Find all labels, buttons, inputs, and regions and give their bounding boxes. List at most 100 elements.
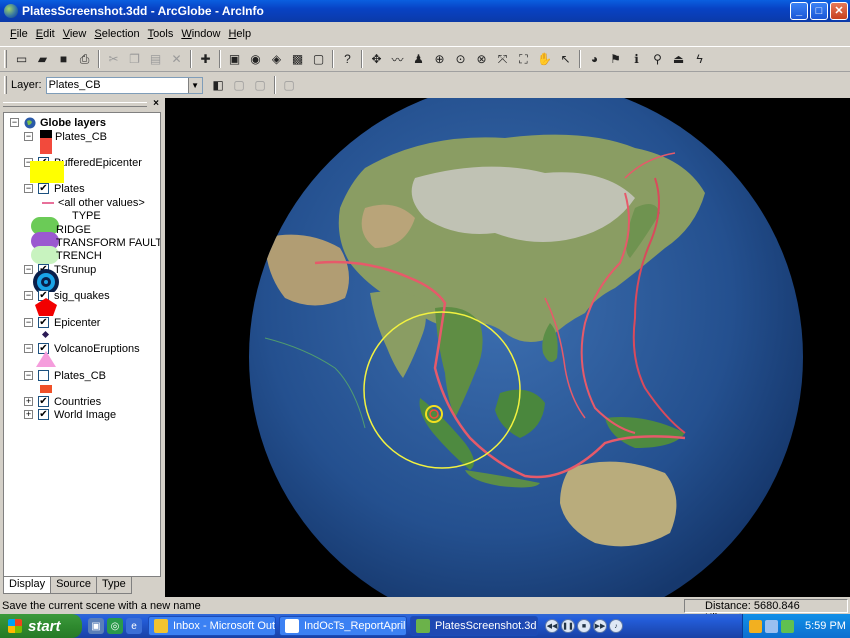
full-extent-icon[interactable]: ⤧ <box>493 50 512 69</box>
whats-this-icon[interactable]: ? <box>338 50 357 69</box>
identify-icon[interactable]: ℹ <box>627 50 646 69</box>
globe-view-icon[interactable]: ◕ <box>585 50 604 69</box>
hyperlink-icon[interactable]: ⚑ <box>606 50 625 69</box>
taskbar-task-button[interactable]: IndOcTs_ReportApril... <box>279 616 407 636</box>
pan-icon[interactable]: ✋ <box>535 50 554 69</box>
menu-window[interactable]: Window <box>177 28 224 40</box>
ie-icon[interactable]: e <box>126 618 142 634</box>
collapse-icon[interactable]: − <box>24 318 33 327</box>
menu-tools[interactable]: Tools <box>144 28 178 40</box>
tab-type[interactable]: Type <box>95 577 132 594</box>
layer-countries[interactable]: + ✔ Countries <box>24 395 101 408</box>
select-features-icon[interactable]: ↖ <box>556 50 575 69</box>
show-desktop-icon[interactable]: ▣ <box>88 618 104 634</box>
layer-plates[interactable]: − ✔ Plates <box>24 182 85 195</box>
expand-icon[interactable]: + <box>24 397 33 406</box>
layer-tool-icon[interactable]: ▢ <box>230 76 249 95</box>
print-icon[interactable]: ⎙ <box>75 50 94 69</box>
collapse-icon[interactable]: − <box>24 371 33 380</box>
save-icon[interactable]: ■ <box>54 50 73 69</box>
lightning-icon[interactable]: ϟ <box>690 50 709 69</box>
previous-icon[interactable]: ◀◀ <box>545 619 559 633</box>
toc-root-label: Globe layers <box>40 116 107 129</box>
pause-icon[interactable]: ❚❚ <box>561 619 575 633</box>
fly-icon[interactable]: 〰 <box>388 50 407 69</box>
layer-world-image[interactable]: + ✔ World Image <box>24 408 116 421</box>
collapse-icon[interactable]: − <box>24 132 33 141</box>
globe-view[interactable] <box>165 98 850 597</box>
taskbar-task-button[interactable]: Inbox - Microsoft Out... <box>148 616 276 636</box>
globe-icon[interactable]: ◉ <box>246 50 265 69</box>
chevron-down-icon[interactable]: ▼ <box>187 77 202 93</box>
maximize-button[interactable]: □ <box>810 2 828 20</box>
globe-render[interactable] <box>165 98 850 597</box>
window-icon[interactable]: ▢ <box>309 50 328 69</box>
zoom-target-icon[interactable]: ⊕ <box>430 50 449 69</box>
taskbar-task-button[interactable]: PlatesScreenshot.3d... <box>410 616 538 636</box>
layer-visibility-checkbox[interactable]: ✔ <box>38 183 49 194</box>
expand-icon[interactable]: + <box>24 410 33 419</box>
collapse-icon[interactable]: − <box>24 291 33 300</box>
toolbar-separator <box>579 50 581 68</box>
tab-display[interactable]: Display <box>3 577 52 594</box>
layer-dropdown-value: Plates_CB <box>48 79 101 91</box>
menu-help[interactable]: Help <box>224 28 255 40</box>
menu-edit[interactable]: Edit <box>32 28 59 40</box>
menu-selection[interactable]: Selection <box>90 28 143 40</box>
security-icon[interactable] <box>781 619 794 633</box>
menu-view[interactable]: View <box>59 28 91 40</box>
copy-icon[interactable]: ❐ <box>125 50 144 69</box>
center-target-icon[interactable]: ♟ <box>409 50 428 69</box>
cut-icon[interactable]: ✂ <box>104 50 123 69</box>
minimize-button[interactable]: _ <box>790 2 808 20</box>
toc-root[interactable]: − Globe layers <box>10 116 106 129</box>
collapse-icon[interactable]: − <box>24 344 33 353</box>
arctoolbox-icon[interactable]: ▩ <box>288 50 307 69</box>
layer-plates-cb-2[interactable]: − Plates_CB <box>24 369 106 382</box>
zoom-extent-icon[interactable]: ⛶ <box>514 50 533 69</box>
network-icon[interactable] <box>765 619 778 633</box>
collapse-icon[interactable]: − <box>24 184 33 193</box>
layer-visibility-checkbox[interactable]: ✔ <box>38 396 49 407</box>
find-icon[interactable]: ⚲ <box>648 50 667 69</box>
layer-tool-icon[interactable]: ▢ <box>280 76 299 95</box>
next-icon[interactable]: ▶▶ <box>593 619 607 633</box>
zoom-in-out-icon[interactable]: ⊙ <box>451 50 470 69</box>
measure-icon[interactable]: ⏏ <box>669 50 688 69</box>
layer-properties-icon[interactable]: ◧ <box>209 76 228 95</box>
toc-drag-bar[interactable] <box>3 102 147 107</box>
layer-visibility-checkbox[interactable]: ✔ <box>38 409 49 420</box>
layer-visibility-checkbox[interactable]: ✔ <box>38 317 49 328</box>
layer-dropdown[interactable]: Plates_CB ▼ <box>45 76 203 94</box>
media-controls: ◀◀ ❚❚ ■ ▶▶ ♪ <box>545 619 623 633</box>
legend-transform-fault: TRANSFORM FAULT <box>56 236 160 249</box>
layers-icon[interactable]: ◈ <box>267 50 286 69</box>
browser-icon[interactable]: ◎ <box>107 618 123 634</box>
close-button[interactable]: ✕ <box>830 2 848 20</box>
messenger-icon[interactable] <box>749 619 762 633</box>
delete-icon[interactable]: ✕ <box>167 50 186 69</box>
layer-epicenter[interactable]: − ✔ Epicenter <box>24 316 100 329</box>
new-icon[interactable]: ▭ <box>12 50 31 69</box>
collapse-icon[interactable]: − <box>10 118 19 127</box>
stop-icon[interactable]: ■ <box>577 619 591 633</box>
start-button[interactable]: start <box>0 614 82 638</box>
zoom-to-target-icon[interactable]: ⊗ <box>472 50 491 69</box>
close-icon[interactable]: × <box>153 98 159 109</box>
legend-label: RIDGE <box>56 223 91 236</box>
scene-properties-icon[interactable]: ▣ <box>225 50 244 69</box>
open-icon[interactable]: ▰ <box>33 50 52 69</box>
volume-icon[interactable]: ♪ <box>609 619 623 633</box>
layer-label: Plates_CB <box>54 369 106 382</box>
paste-icon[interactable]: ▤ <box>146 50 165 69</box>
tab-source[interactable]: Source <box>50 577 97 594</box>
layer-plates-cb[interactable]: − Plates_CB <box>24 130 107 143</box>
layer-tool-icon[interactable]: ▢ <box>251 76 270 95</box>
task-app-icon <box>416 619 430 633</box>
navigate-icon[interactable]: ✥ <box>367 50 386 69</box>
add-data-icon[interactable]: ✚ <box>196 50 215 69</box>
layer-visibility-checkbox[interactable] <box>38 370 49 381</box>
layer-toolbar-grip[interactable] <box>4 76 7 94</box>
toolbar-grip[interactable] <box>4 50 7 68</box>
menu-file[interactable]: File <box>6 28 32 40</box>
